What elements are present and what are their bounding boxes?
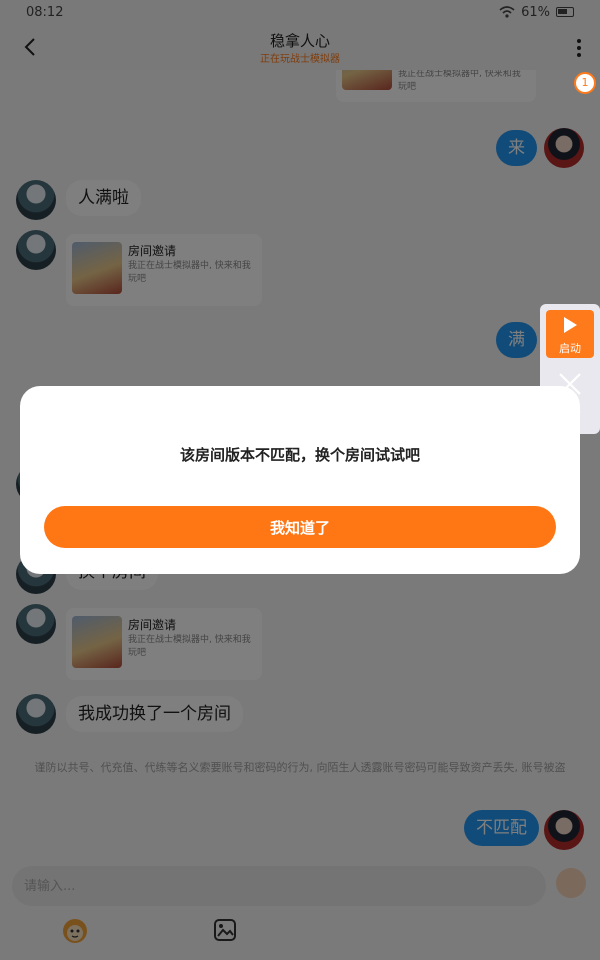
confirm-button[interactable]: 我知道了: [44, 506, 556, 548]
launch-button[interactable]: 启动: [546, 310, 594, 358]
version-mismatch-dialog: 该房间版本不匹配，换个房间试试吧 我知道了: [20, 386, 580, 574]
unread-badge: 1: [574, 72, 596, 94]
launch-label: 启动: [559, 342, 581, 355]
dialog-message: 该房间版本不匹配，换个房间试试吧: [179, 446, 420, 464]
play-icon: [564, 317, 577, 333]
